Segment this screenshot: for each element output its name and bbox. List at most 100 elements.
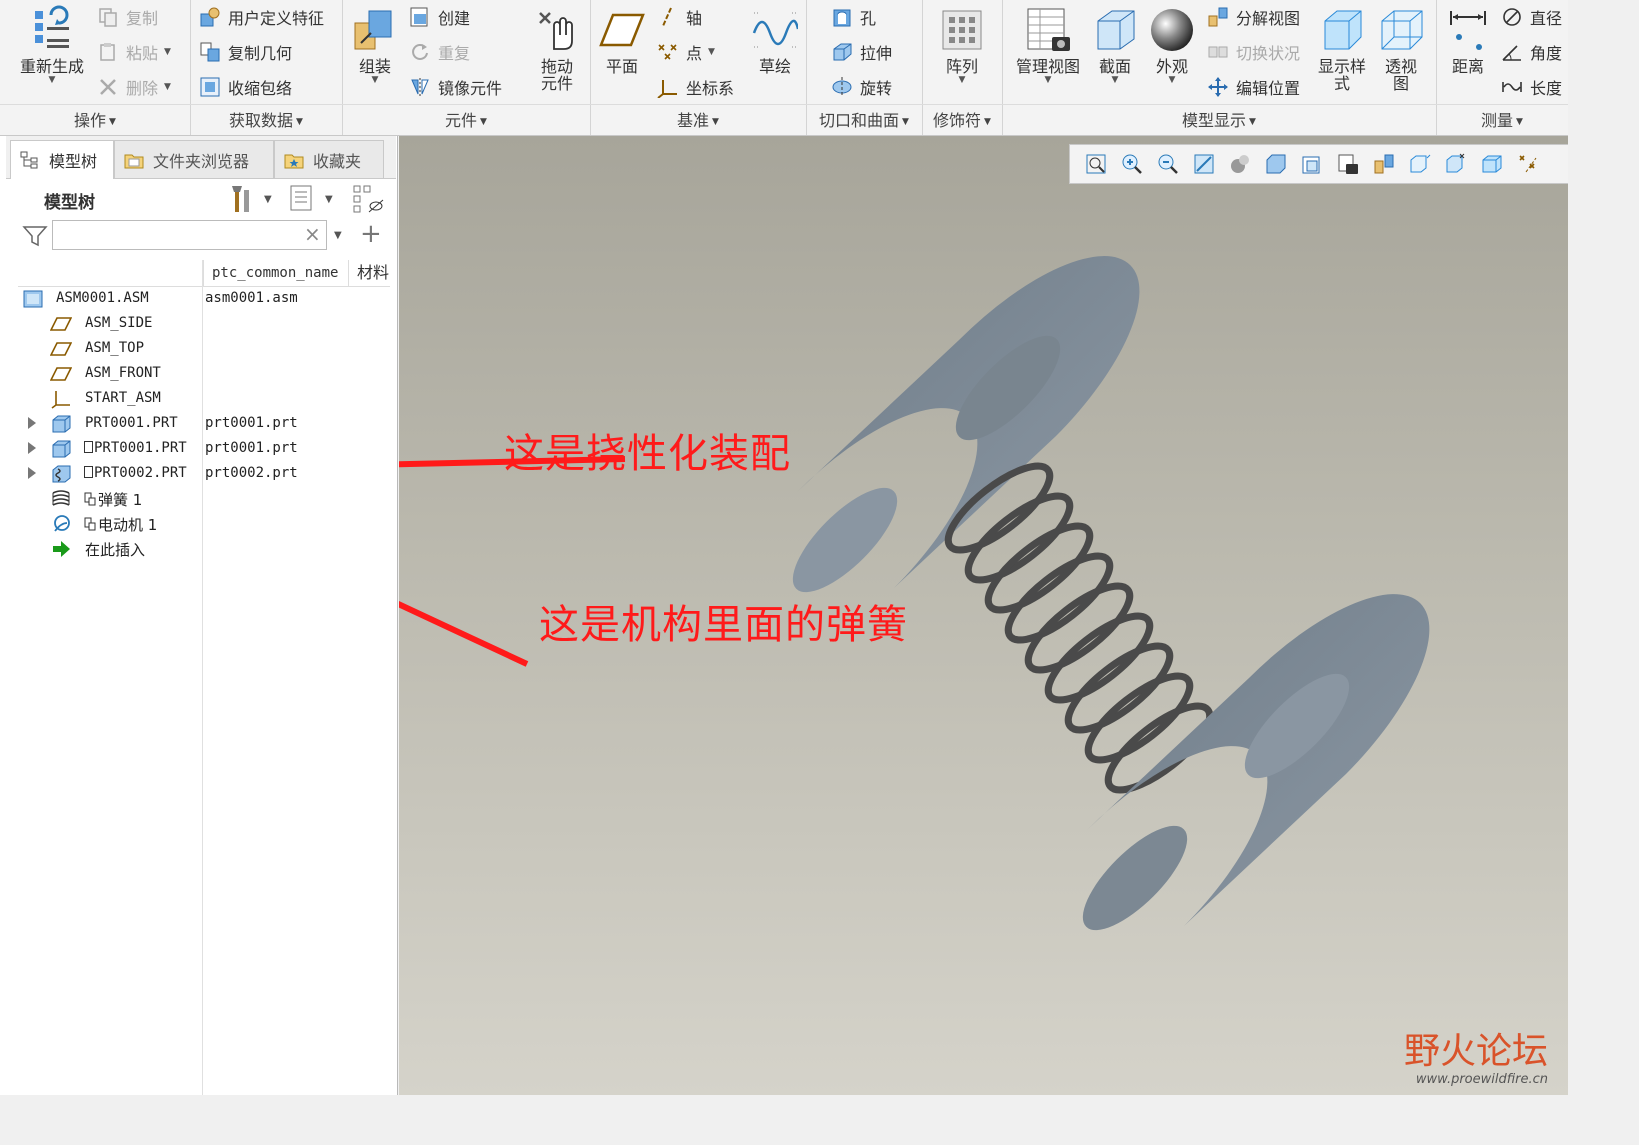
paste-label: 粘贴 xyxy=(126,44,159,63)
group-model-display-label[interactable]: 模型显示 ▼ xyxy=(1002,107,1436,131)
length-button[interactable]: 长度 xyxy=(1500,73,1562,101)
repeat-button[interactable]: 重复 xyxy=(408,38,470,66)
point-button[interactable]: 点 ▼ xyxy=(656,38,715,66)
tree-row-prt0001-b[interactable]: PRT0001.PRT prt0001.prt xyxy=(18,437,388,462)
tree-item-label: 弹簧 1 xyxy=(98,491,143,509)
manage-views-button[interactable]: 管理视图 ▼ xyxy=(1008,2,1088,85)
edit-position-icon xyxy=(1206,76,1230,98)
sketch-button[interactable]: 草绘 xyxy=(748,2,802,75)
manage-views-icon xyxy=(1023,2,1073,58)
tree-row-prt0001-a[interactable]: PRT0001.PRT prt0001.prt xyxy=(18,412,388,437)
tree-row-asm[interactable]: ASM0001.ASM asm0001.asm xyxy=(18,287,388,312)
group-measure-label[interactable]: 测量 ▼ xyxy=(1436,107,1568,131)
clear-search-icon[interactable]: × xyxy=(304,222,321,246)
tree-row-asm-side[interactable]: ASM_SIDE xyxy=(18,312,388,337)
create-component-button[interactable]: 创建 xyxy=(408,3,470,31)
tree-search-input[interactable] xyxy=(52,220,327,250)
filter-icon[interactable] xyxy=(22,224,48,248)
chevron-down-icon: ▼ xyxy=(1249,116,1256,127)
hole-button[interactable]: 孔 xyxy=(830,3,876,31)
column-header-material[interactable]: 材料 xyxy=(348,260,390,286)
tree-row-spring[interactable]: 弹簧 1 xyxy=(18,487,388,512)
explode-view-button[interactable]: 分解视图 xyxy=(1206,3,1300,31)
shrinkwrap-icon xyxy=(198,76,222,98)
chevron-down-icon: ▼ xyxy=(902,116,909,127)
distance-button[interactable]: 距离 xyxy=(1440,2,1496,75)
group-cut-surface: 孔 拉伸 旋转 切口和曲面 ▼ xyxy=(806,0,923,135)
diameter-button[interactable]: 直径 xyxy=(1500,3,1562,31)
angle-button[interactable]: 角度 xyxy=(1500,38,1562,66)
tab-favorites[interactable]: 收藏夹 xyxy=(274,140,384,178)
group-cut-surface-label[interactable]: 切口和曲面 ▼ xyxy=(806,107,922,131)
tree-display-button[interactable] xyxy=(288,184,316,214)
udf-label: 用户定义特征 xyxy=(228,9,325,28)
tree-item-label: PRT0002.PRT xyxy=(94,465,187,481)
tab-model-tree[interactable]: 模型树 xyxy=(10,140,114,179)
tree-row-motor[interactable]: 电动机 1 xyxy=(18,512,388,537)
tree-item-common-name: asm0001.asm xyxy=(205,290,298,306)
expand-arrow-icon[interactable] xyxy=(28,417,36,429)
columns-visibility-icon xyxy=(353,185,384,213)
add-icon[interactable]: + xyxy=(360,220,382,248)
column-header-common-name[interactable]: ptc_common_name xyxy=(203,260,348,286)
tab-folder-browser[interactable]: 文件夹浏览器 xyxy=(114,140,274,178)
tree-settings-button[interactable] xyxy=(226,182,256,216)
section-button[interactable]: 截面 ▼ xyxy=(1090,2,1140,85)
display-style-button[interactable]: 显示样 式 xyxy=(1312,2,1372,92)
distance-icon xyxy=(1443,2,1493,58)
drag-component-button[interactable]: 拖动 元件 xyxy=(528,2,586,92)
assemble-button[interactable]: 组装 ▼ xyxy=(348,2,402,85)
tree-row-insert-here[interactable]: 在此插入 xyxy=(18,537,388,562)
extrude-button[interactable]: 拉伸 xyxy=(830,38,892,66)
delete-button[interactable]: 删除 ▼ xyxy=(96,73,171,101)
axis-button[interactable]: 轴 xyxy=(656,3,702,31)
show-hide-columns-button[interactable] xyxy=(350,184,386,216)
pattern-button[interactable]: 阵列 ▼ xyxy=(934,2,990,85)
chevron-down-icon[interactable]: ▼ xyxy=(334,230,342,241)
chevron-down-icon[interactable]: ▼ xyxy=(325,194,333,205)
appearance-button[interactable]: 外观 ▼ xyxy=(1146,2,1198,85)
plane-button[interactable]: 平面 xyxy=(594,2,650,75)
paste-button[interactable]: 粘贴 ▼ xyxy=(96,38,171,66)
perspective-button[interactable]: 透视 图 xyxy=(1376,2,1426,92)
repeat-label: 重复 xyxy=(438,44,471,63)
group-get-data-label[interactable]: 获取数据 ▼ xyxy=(190,107,342,131)
column-header-model-tree[interactable] xyxy=(18,260,203,286)
shrinkwrap-label: 收缩包络 xyxy=(228,79,293,98)
regenerate-label: 重新生成 xyxy=(19,57,84,76)
tree-row-asm-front[interactable]: ASM_FRONT xyxy=(18,362,388,387)
graphics-viewport[interactable]: 这是挠性化装配 这是机构里面的弹簧 野火论坛 www.proewildfire.… xyxy=(399,136,1568,1095)
tree-row-asm-top[interactable]: ASM_TOP xyxy=(18,337,388,362)
udf-button[interactable]: 用户定义特征 xyxy=(198,3,324,31)
create-label: 创建 xyxy=(438,9,471,28)
chevron-down-icon: ▼ xyxy=(164,47,171,57)
copy-geometry-button[interactable]: 复制几何 xyxy=(198,38,292,66)
chevron-down-icon[interactable]: ▼ xyxy=(264,194,272,205)
group-component-label[interactable]: 元件 ▼ xyxy=(342,107,590,131)
group-modifiers-label[interactable]: 修饰符 ▼ xyxy=(922,107,1002,131)
favorites-folder-icon xyxy=(284,154,304,168)
expand-arrow-icon[interactable] xyxy=(28,467,36,479)
expand-arrow-icon[interactable] xyxy=(28,442,36,454)
tree-item-label: ASM_FRONT xyxy=(85,365,161,381)
tree-row-start-asm[interactable]: START_ASM xyxy=(18,387,388,412)
edit-position-button[interactable]: 编辑位置 xyxy=(1206,73,1300,101)
group-modifiers: 阵列 ▼ 修饰符 ▼ xyxy=(922,0,1003,135)
csys-button[interactable]: 坐标系 xyxy=(656,73,734,101)
group-label-text: 基准 xyxy=(677,111,710,130)
regenerate-button[interactable]: 重新生成 ▼ xyxy=(12,2,92,85)
tree-item-label: PRT0001.PRT xyxy=(85,415,178,431)
shrinkwrap-button[interactable]: 收缩包络 xyxy=(198,73,292,101)
group-operations-label[interactable]: 操作 ▼ xyxy=(0,107,190,131)
chevron-down-icon: ▼ xyxy=(708,47,715,57)
copy-button[interactable]: 复制 xyxy=(96,3,158,31)
tree-item-common-name: prt0002.prt xyxy=(205,465,298,481)
tree-row-prt0002-flexible[interactable]: PRT0002.PRT prt0002.prt xyxy=(18,462,388,487)
motor-icon xyxy=(54,515,70,532)
navigator-tabs: 模型树 文件夹浏览器 收藏夹 xyxy=(6,136,396,179)
toggle-status-button[interactable]: 切换状况 xyxy=(1206,38,1300,66)
mirror-icon xyxy=(408,76,432,98)
mirror-component-button[interactable]: 镜像元件 xyxy=(408,73,502,101)
group-datum-label[interactable]: 基准 ▼ xyxy=(590,107,806,131)
revolve-button[interactable]: 旋转 xyxy=(830,73,892,101)
